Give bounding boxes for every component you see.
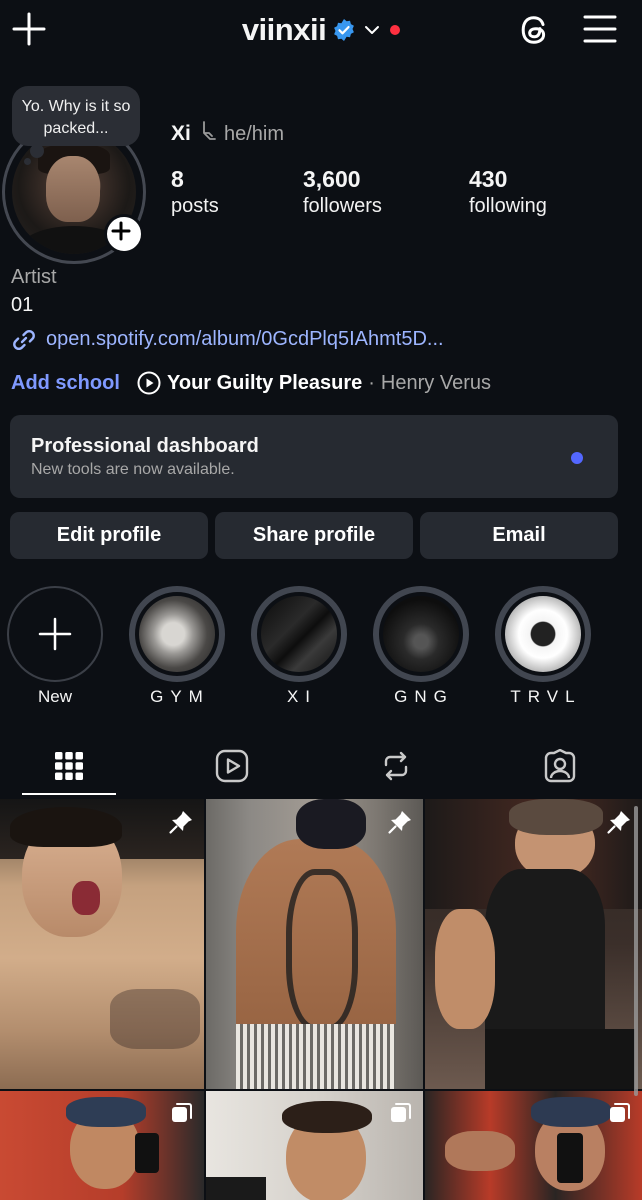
threads-badge-icon: [203, 121, 216, 140]
username-title[interactable]: viinxii: [242, 12, 327, 48]
notification-dot: [390, 25, 401, 35]
stat-value: 430: [469, 166, 508, 192]
highlight-label: TRVL: [510, 687, 582, 706]
post-thumbnail[interactable]: [0, 1091, 204, 1200]
tagged-icon: [544, 749, 576, 783]
post-thumbnail[interactable]: [425, 799, 642, 1089]
tab-tagged[interactable]: [535, 742, 585, 790]
highlight-new[interactable]: New: [7, 586, 103, 707]
highlight-xi[interactable]: XI: [251, 586, 347, 707]
song-artist: Henry Verus: [380, 371, 491, 394]
highlight-cover: [373, 586, 469, 682]
carousel-icon: [391, 1103, 411, 1122]
hamburger-menu-icon: [583, 15, 617, 43]
new-highlight-circle: [7, 586, 103, 682]
highlight-cover: [129, 586, 225, 682]
reposts-icon: [384, 751, 408, 781]
bio-link[interactable]: open.spotify.com/album/0GcdPlq5IAhmt5D..…: [46, 328, 444, 351]
scrollbar[interactable]: [634, 806, 638, 1096]
music-separator: ·: [368, 371, 375, 394]
stat-label: followers: [303, 195, 382, 217]
note-tail-small: [24, 158, 31, 165]
post-thumbnail[interactable]: [206, 1091, 423, 1200]
profile-music[interactable]: Your Guilty Pleasure · Henry Verus: [137, 371, 491, 395]
highlight-label: GNG: [394, 687, 454, 706]
link-icon: [13, 329, 35, 351]
menu-button[interactable]: [582, 12, 618, 46]
stat-label: posts: [171, 195, 219, 217]
tab-reels[interactable]: [207, 742, 257, 790]
plus-icon: [38, 617, 72, 651]
display-name: Xi: [171, 122, 191, 145]
post-thumbnail[interactable]: [425, 1091, 642, 1200]
following-count[interactable]: 430 following: [469, 166, 547, 218]
posts-count[interactable]: 8 posts: [171, 166, 219, 218]
highlight-label: New: [37, 687, 72, 706]
bio-text: 01: [11, 294, 34, 316]
dashboard-subtitle: New tools are now available.: [31, 461, 235, 478]
add-story-button[interactable]: [104, 214, 144, 254]
post-thumbnail[interactable]: [206, 799, 423, 1089]
highlight-label: XI: [286, 687, 318, 706]
pin-icon: [607, 811, 630, 834]
dashboard-title: Professional dashboard: [31, 435, 259, 457]
play-circle-icon: [137, 371, 161, 395]
song-title: Your Guilty Pleasure: [167, 371, 363, 394]
stat-label: following: [469, 195, 547, 217]
edit-profile-button[interactable]: Edit profile: [10, 512, 208, 559]
professional-dashboard-card[interactable]: Professional dashboard New tools are now…: [10, 415, 618, 498]
threads-icon: [521, 16, 546, 44]
plus-icon: [111, 221, 131, 241]
highlight-label: GYM: [150, 687, 210, 706]
pin-icon: [388, 811, 411, 834]
profile-category: Artist: [11, 266, 57, 288]
profile-note[interactable]: Yo. Why is it so packed...: [12, 86, 140, 146]
carousel-icon: [172, 1103, 192, 1122]
pronouns: he/him: [224, 123, 285, 145]
highlight-cover: [251, 586, 347, 682]
verified-badge-icon: [334, 19, 355, 41]
highlight-gym[interactable]: GYM: [129, 586, 225, 707]
share-profile-button[interactable]: Share profile: [215, 512, 413, 559]
grid-icon: [55, 752, 83, 780]
note-tail: [30, 144, 44, 158]
highlight-gng[interactable]: GNG: [373, 586, 469, 707]
add-school-link[interactable]: Add school: [11, 372, 120, 395]
stat-value: 3,600: [303, 166, 361, 192]
post-thumbnail[interactable]: [0, 799, 204, 1089]
chevron-down-icon: [365, 26, 380, 34]
tab-posts-grid[interactable]: [44, 742, 94, 790]
tab-reposts[interactable]: [371, 742, 421, 790]
highlight-cover: [495, 586, 591, 682]
dashboard-new-dot: [571, 452, 583, 464]
reels-icon: [215, 749, 249, 783]
active-tab-indicator: [22, 793, 116, 795]
stat-value: 8: [171, 166, 184, 192]
pin-icon: [169, 811, 192, 834]
followers-count[interactable]: 3,600 followers: [303, 166, 382, 218]
carousel-icon: [610, 1103, 630, 1122]
highlight-trvl[interactable]: TRVL: [495, 586, 591, 707]
email-button[interactable]: Email: [420, 512, 618, 559]
threads-button[interactable]: [514, 10, 554, 50]
